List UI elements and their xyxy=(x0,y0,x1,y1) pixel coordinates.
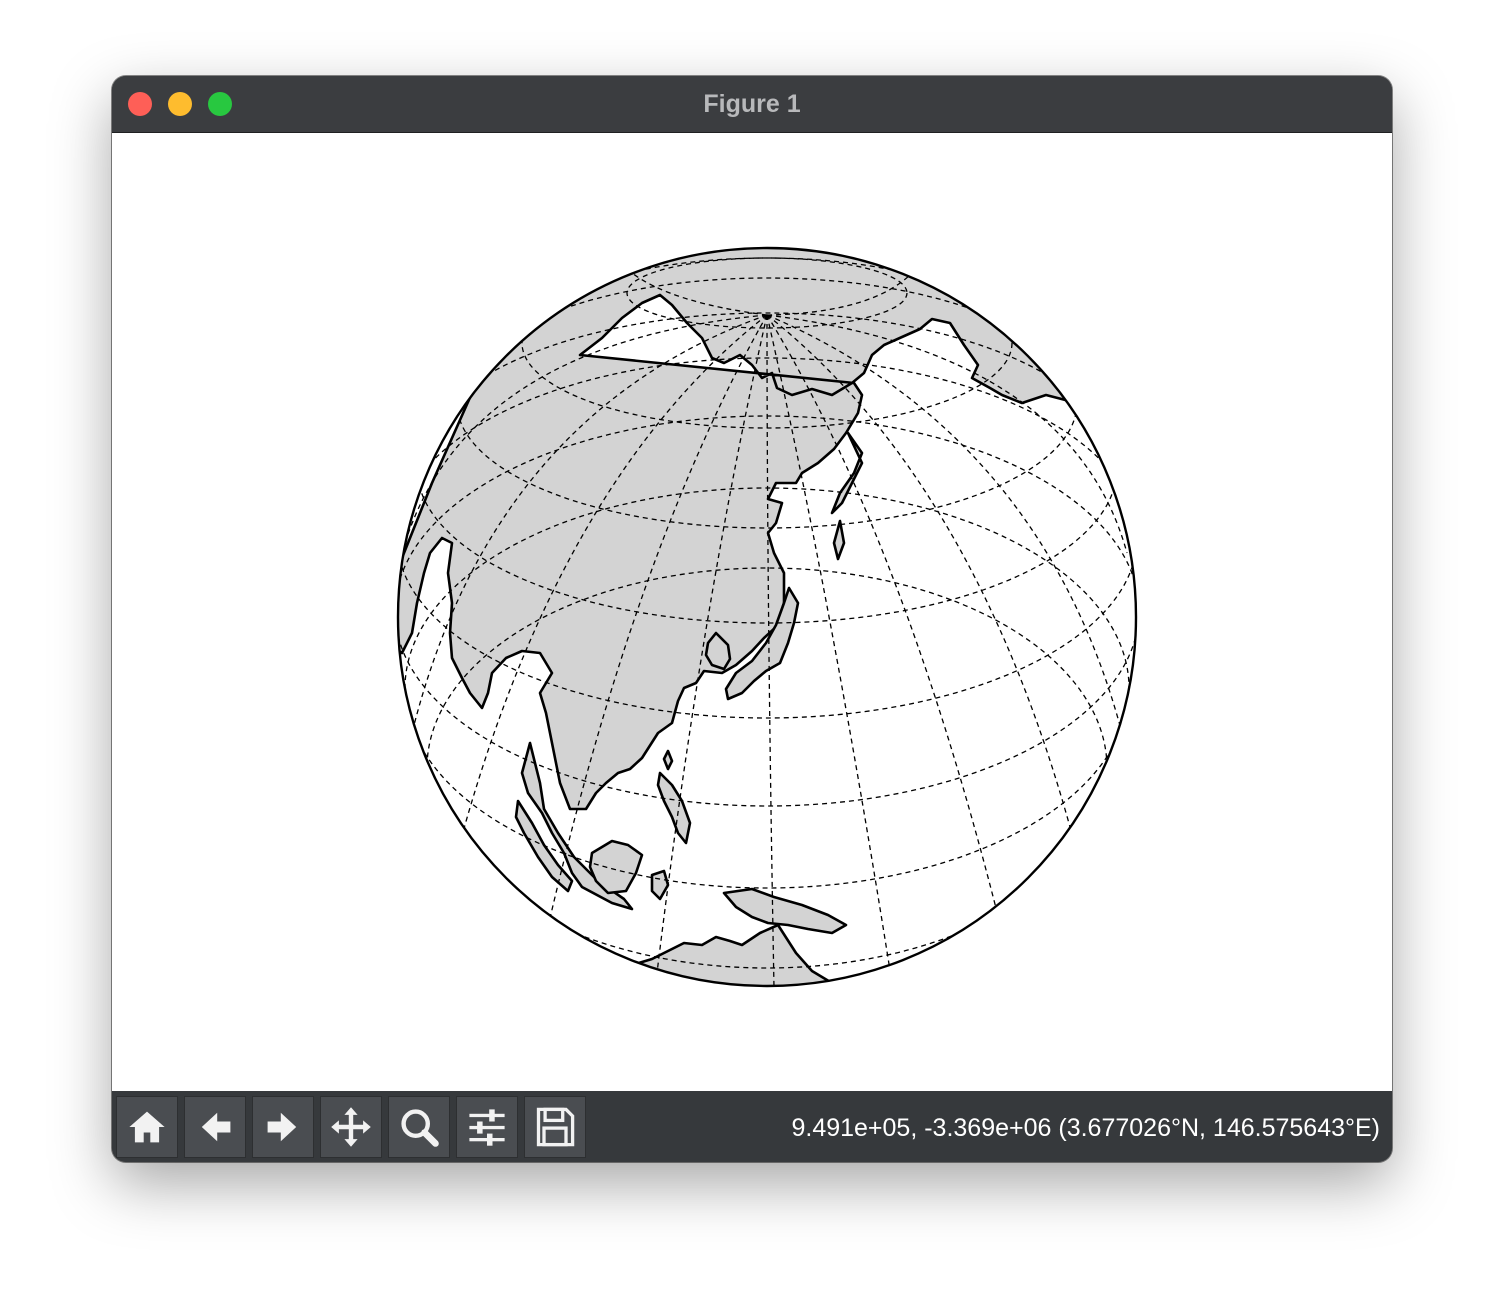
arrow-right-icon xyxy=(267,1112,297,1142)
globe-map xyxy=(396,246,1138,988)
figure-canvas[interactable] xyxy=(112,133,1392,1091)
home-icon xyxy=(129,1111,165,1143)
save-button[interactable] xyxy=(524,1096,586,1158)
sliders-icon xyxy=(469,1109,505,1146)
cursor-coordinates: 9.491e+05, -3.369e+06 (3.677026°N, 146.5… xyxy=(791,1114,1380,1142)
move-arrows-icon xyxy=(331,1107,371,1147)
arrow-left-icon xyxy=(201,1112,231,1142)
magnifier-icon xyxy=(401,1109,439,1147)
title-bar[interactable]: Figure 1 xyxy=(112,76,1392,133)
window-title: Figure 1 xyxy=(703,90,801,118)
home-button[interactable] xyxy=(116,1096,178,1158)
navigation-toolbar: 9.491e+05, -3.369e+06 (3.677026°N, 146.5… xyxy=(112,1091,1392,1162)
figure-window: Figure 1 9.491e+05, -3.369e+06 (3.677026… xyxy=(112,76,1392,1162)
pan-button[interactable] xyxy=(320,1096,382,1158)
back-button[interactable] xyxy=(184,1096,246,1158)
zoom-button[interactable] xyxy=(388,1096,450,1158)
configure-button[interactable] xyxy=(456,1096,518,1158)
floppy-disk-icon xyxy=(536,1107,575,1147)
forward-button[interactable] xyxy=(252,1096,314,1158)
